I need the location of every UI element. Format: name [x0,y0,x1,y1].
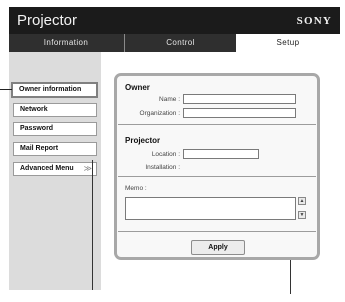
organization-field[interactable] [183,108,296,118]
sidebar-item-advanced-menu[interactable]: Advanced Menu ≫ [13,162,97,176]
sidebar-item-network[interactable]: Network [13,103,97,117]
apply-button[interactable]: Apply [191,240,245,255]
section-divider [118,176,316,177]
double-chevron-down-icon: ≫ [83,164,92,173]
location-field[interactable] [183,149,259,159]
callout-line [0,89,12,90]
name-field[interactable] [183,94,296,104]
memo-textarea[interactable] [125,197,296,220]
section-divider [118,124,316,125]
sidebar-item-mail-report[interactable]: Mail Report [13,142,97,156]
tab-control[interactable]: Control [124,34,236,52]
memo-label: Memo : [125,185,147,192]
projector-section-title: Projector [125,136,161,145]
tab-information[interactable]: Information [9,34,123,52]
name-label: Name : [159,96,180,103]
sidebar-item-password[interactable]: Password [13,122,97,136]
callout-line [92,160,93,290]
sidebar-item-label: Advanced Menu [20,165,74,172]
tab-setup[interactable]: Setup [236,34,340,52]
tab-bar: Information Control Setup [9,34,340,52]
owner-section-title: Owner [125,83,150,92]
callout-line [290,258,291,294]
app-title: Projector [17,12,78,29]
section-divider [118,231,316,232]
scroll-down-arrow-icon[interactable]: ▼ [298,211,306,219]
app-header: Projector SONY [9,7,340,34]
organization-label: Organization : [139,110,180,117]
location-label: Location : [151,151,180,158]
scroll-up-arrow-icon[interactable]: ▲ [298,197,306,205]
installation-label: Installation : [145,164,180,171]
brand-logo: SONY [296,15,332,27]
sidebar-item-owner-information[interactable]: Owner information [11,82,98,98]
